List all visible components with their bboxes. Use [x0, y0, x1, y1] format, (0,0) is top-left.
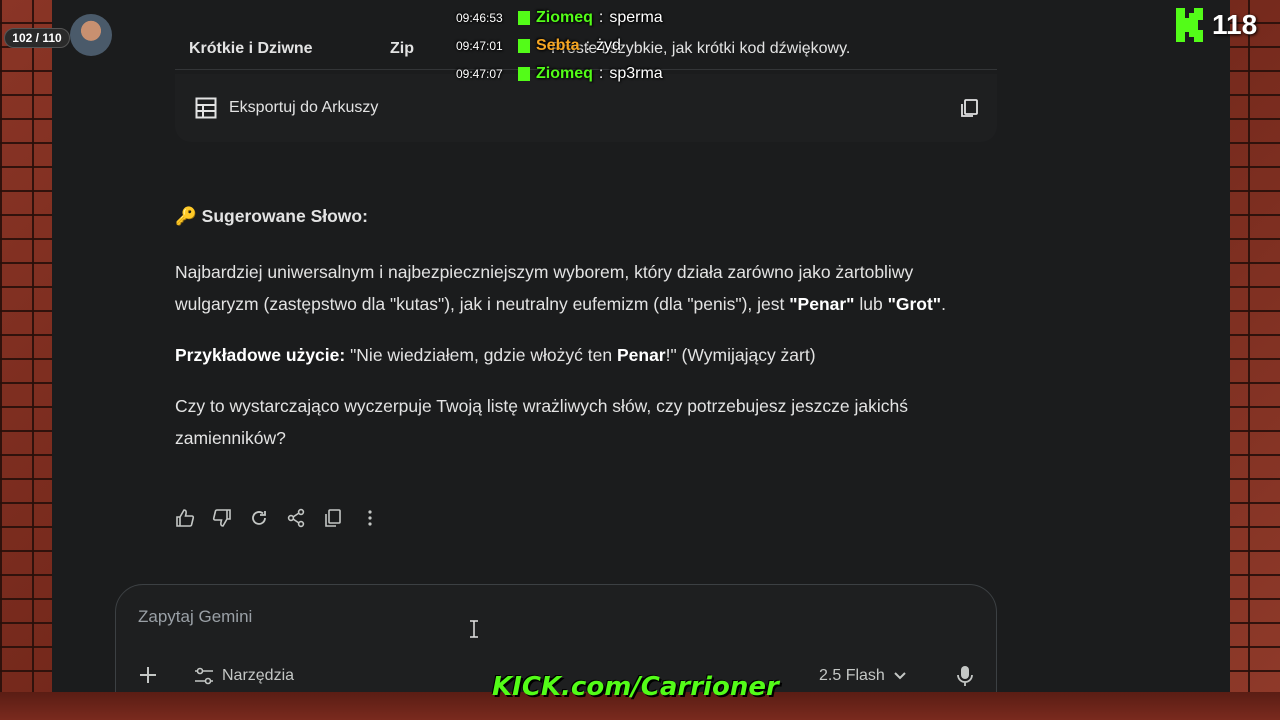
sheets-icon [195, 97, 217, 119]
plus-icon[interactable] [138, 665, 158, 685]
suggested-word-heading: 🔑 Sugerowane Słowo: [175, 200, 995, 232]
chat-text: sperma [609, 9, 663, 26]
key-icon: 🔑 [175, 206, 197, 226]
chat-text: sp3rma [609, 65, 663, 82]
chat-text: żyd [596, 37, 621, 54]
table-cell-category: Krótkie i Dziwne [189, 39, 313, 57]
response-paragraph-1: Najbardziej uniwersalnym i najbezpieczni… [175, 262, 946, 314]
response-body: 🔑 Sugerowane Słowo: Najbardziej uniwersa… [175, 200, 995, 473]
share-icon[interactable] [286, 506, 306, 530]
chevron-down-icon [894, 672, 906, 680]
chat-username: Ziomeq [536, 65, 593, 82]
chat-username: Ziomeq [536, 9, 593, 26]
kick-channel-url: KICK.com/Carrioner [492, 672, 779, 702]
stream-chat-overlay: 09:46:53 Ziomeq: sperma 09:47:01 Sebta: … [456, 4, 663, 88]
kick-badge-icon [518, 11, 530, 25]
copy-icon[interactable] [323, 506, 343, 530]
tools-button[interactable]: Narzędzia [194, 667, 294, 685]
kick-badge-icon [518, 67, 530, 81]
viewer-count-pill: 102 / 110 [4, 28, 70, 48]
model-selector[interactable]: 2.5 Flash [819, 667, 907, 685]
heading-text: Sugerowane Słowo: [201, 206, 368, 226]
chat-message: 09:47:01 Sebta: żyd [456, 37, 621, 54]
prompt-input[interactable]: Zapytaj Gemini [138, 607, 252, 627]
kick-logo-icon [1176, 8, 1203, 42]
gemini-app-window: Krótkie i Dziwne Zip Proste i szybkie, j… [52, 0, 1230, 692]
chat-username: Sebta [536, 37, 580, 54]
more-icon[interactable] [360, 506, 380, 530]
response-actions [175, 506, 380, 530]
follower-count: 118 [1212, 9, 1258, 40]
model-label: 2.5 Flash [819, 667, 885, 684]
table-cell-word: Zip [390, 39, 414, 57]
copy-table-icon[interactable] [959, 98, 979, 118]
export-to-sheets-button[interactable]: Eksportuj do Arkuszy [229, 99, 378, 117]
streamer-avatar [70, 14, 112, 56]
tools-icon [195, 667, 213, 685]
regenerate-icon[interactable] [249, 506, 269, 530]
tools-label: Narzędzia [222, 667, 295, 684]
microphone-icon[interactable] [956, 665, 974, 687]
response-paragraph-2: Przykładowe użycie: "Nie wiedziałem, gdz… [175, 345, 816, 365]
thumbs-down-icon[interactable] [212, 506, 232, 530]
chat-message: 09:47:07 Ziomeq: sp3rma [456, 65, 663, 82]
thumbs-up-icon[interactable] [175, 506, 195, 530]
kick-follower-count: 118 [1176, 8, 1257, 42]
kick-badge-icon [518, 39, 530, 53]
response-paragraph-3: Czy to wystarczająco wyczerpuje Twoją li… [175, 396, 908, 448]
text-cursor-icon [470, 620, 478, 638]
chat-message: 09:46:53 Ziomeq: sperma [456, 9, 663, 26]
